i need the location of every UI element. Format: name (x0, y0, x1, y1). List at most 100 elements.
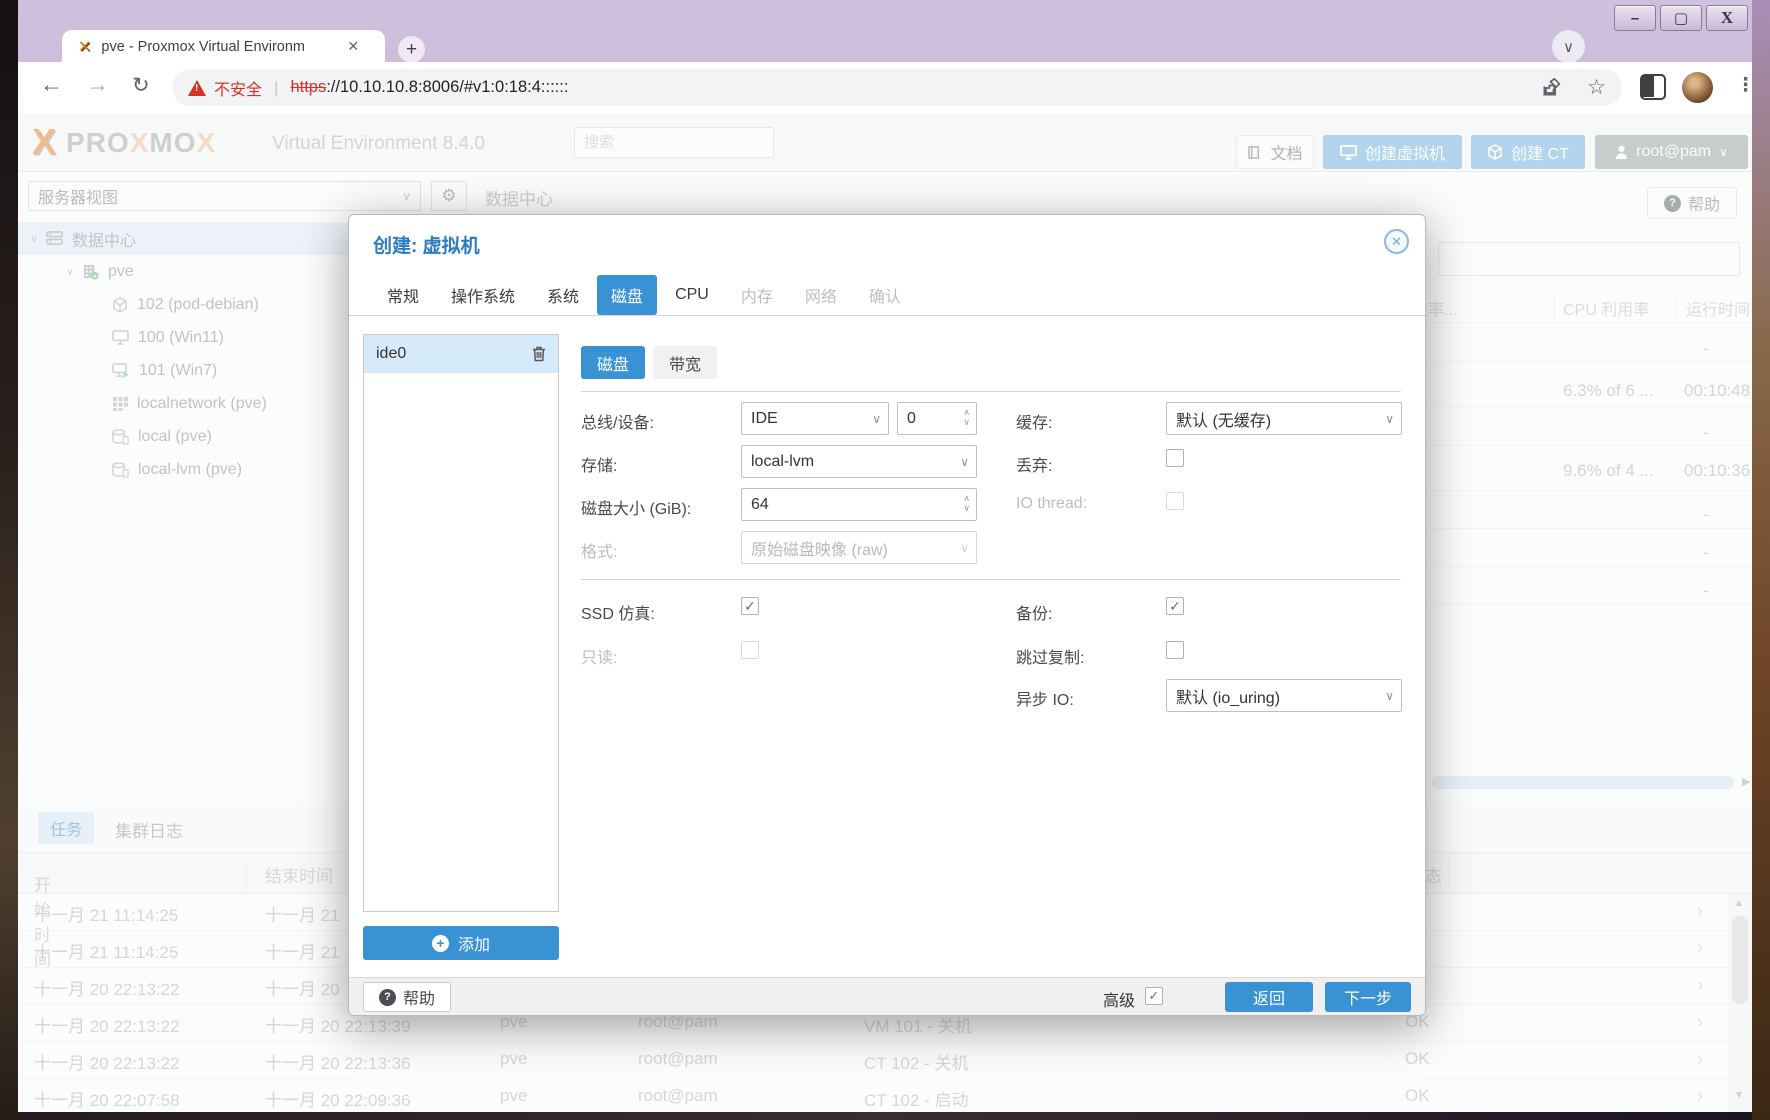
disk-list-item-ide0[interactable]: ide0 (364, 335, 558, 373)
disk-size-stepper[interactable]: 64 ∧∨ (741, 488, 977, 521)
wallpaper-bottom (18, 1112, 1752, 1120)
form-divider (581, 391, 1401, 392)
next-button[interactable]: 下一步 (1325, 982, 1411, 1012)
add-disk-button[interactable]: + 添加 (363, 926, 559, 960)
reload-icon[interactable]: ↻ (132, 73, 150, 98)
browser-toolbar: ← → ↻ ! 不安全 | https ://10.10.10.8:8006/#… (18, 62, 1752, 113)
minimize-button[interactable]: – (1614, 5, 1656, 31)
plus-circle-icon: + (432, 935, 449, 952)
dialog-title: 创建: 虚拟机 (373, 231, 480, 258)
disk-list: ide0 (363, 334, 559, 912)
wallpaper-left (0, 0, 18, 1120)
tab-search-button[interactable]: ∨ (1552, 30, 1585, 63)
subtab-bandwidth[interactable]: 带宽 (653, 346, 717, 379)
bus-select[interactable]: IDE ∨ (741, 402, 889, 435)
bookmark-star-icon[interactable]: ☆ (1587, 75, 1606, 100)
readonly-label: 只读: (581, 644, 617, 668)
format-select: 原始磁盘映像 (raw) ∨ (741, 531, 977, 564)
discard-checkbox[interactable] (1166, 449, 1184, 467)
tab-os[interactable]: 操作系统 (437, 275, 529, 315)
add-disk-label: 添加 (458, 931, 490, 955)
ssd-emulation-checkbox[interactable]: ✓ (741, 597, 759, 615)
dialog-help-button[interactable]: ? 帮助 (363, 982, 451, 1012)
trash-icon[interactable] (532, 346, 546, 362)
question-icon: ? (379, 989, 396, 1006)
tab-confirm: 确认 (855, 275, 915, 315)
warning-icon: ! (188, 80, 206, 96)
back-label: 返回 (1253, 985, 1285, 1009)
forward-icon[interactable]: → (86, 71, 109, 98)
dialog-help-label: 帮助 (403, 985, 435, 1009)
new-tab-button[interactable]: + (398, 36, 425, 63)
side-panel-icon[interactable] (1640, 74, 1666, 100)
not-secure-label: 不安全 (214, 76, 262, 100)
maximize-button[interactable]: ▢ (1660, 5, 1702, 31)
cache-label: 缓存: (1016, 409, 1052, 433)
async-io-value: 默认 (io_uring) (1176, 684, 1280, 708)
tab-disks[interactable]: 磁盘 (597, 275, 657, 315)
next-label: 下一步 (1344, 985, 1392, 1009)
bus-label: 总线/设备: (581, 409, 654, 433)
backup-checkbox[interactable]: ✓ (1166, 597, 1184, 615)
spinner-icons[interactable]: ∧∨ (963, 408, 970, 426)
chevron-down-icon: ∨ (960, 541, 969, 555)
chevron-down-icon: ∨ (1385, 689, 1394, 703)
format-value: 原始磁盘映像 (raw) (751, 536, 888, 560)
close-window-button[interactable]: X (1706, 5, 1748, 31)
chevron-down-icon: ∨ (1385, 412, 1394, 426)
check-icon: ✓ (1149, 988, 1160, 1004)
wallpaper-right (1752, 0, 1770, 1120)
plus-icon: + (406, 39, 417, 61)
advanced-label: 高级 (1103, 987, 1135, 1011)
browser-tab[interactable]: ✕ pve - Proxmox Virtual Environm ✕ (62, 30, 385, 63)
storage-select[interactable]: local-lvm ∨ (741, 445, 977, 478)
screen: – ▢ X ✕ pve - Proxmox Virtual Environm ✕… (0, 0, 1770, 1120)
cache-select[interactable]: 默认 (无缓存) ∨ (1166, 402, 1402, 435)
async-io-label: 异步 IO: (1016, 686, 1074, 710)
tab-system[interactable]: 系统 (533, 275, 593, 315)
dialog-close-button[interactable]: ✕ (1384, 229, 1409, 254)
address-bar[interactable]: ! 不安全 | https ://10.10.10.8:8006/#v1:0:1… (172, 69, 1622, 106)
chevron-down-icon: ∨ (872, 412, 881, 426)
dialog-footer: ? 帮助 高级 ✓ 返回 下一步 (349, 977, 1425, 1015)
tab-general[interactable]: 常规 (373, 275, 433, 315)
subtab-disk-label: 磁盘 (597, 351, 629, 375)
bus-number-stepper[interactable]: 0 ∧∨ (897, 402, 977, 435)
window-controls: – ▢ X (1614, 5, 1748, 31)
advanced-checkbox[interactable]: ✓ (1145, 987, 1163, 1005)
disk-item-label: ide0 (376, 345, 406, 363)
address-divider: | (274, 78, 278, 98)
skip-replication-checkbox[interactable] (1166, 641, 1184, 659)
bus-number-value: 0 (907, 410, 916, 428)
proxmox-favicon-icon: ✕ (78, 37, 91, 57)
bus-value: IDE (751, 410, 778, 428)
storage-label: 存储: (581, 452, 617, 476)
tabbar-divider (349, 315, 1425, 316)
iothread-label: IO thread: (1016, 495, 1087, 513)
tab-close-icon[interactable]: ✕ (347, 38, 359, 55)
tab-cpu[interactable]: CPU (661, 278, 723, 312)
share-icon[interactable] (1541, 78, 1561, 98)
subtab-disk[interactable]: 磁盘 (581, 346, 645, 379)
minimize-icon: – (1631, 10, 1639, 27)
storage-value: local-lvm (751, 453, 814, 471)
close-icon: ✕ (1391, 234, 1402, 250)
tab-title: pve - Proxmox Virtual Environm (101, 39, 339, 55)
check-icon: ✓ (1169, 598, 1181, 615)
browser-menu-icon[interactable]: ⋮ (1736, 74, 1755, 97)
tab-network: 网络 (791, 275, 851, 315)
check-icon: ✓ (744, 598, 756, 615)
advanced-divider (581, 579, 1401, 580)
spinner-icons[interactable]: ∧∨ (963, 494, 970, 512)
chevron-down-icon: ∨ (960, 455, 969, 469)
profile-avatar[interactable] (1682, 72, 1713, 103)
cache-value: 默认 (无缓存) (1176, 407, 1271, 431)
back-button[interactable]: 返回 (1225, 982, 1313, 1012)
back-icon[interactable]: ← (40, 71, 63, 98)
skip-replication-label: 跳过复制: (1016, 644, 1084, 668)
async-io-select[interactable]: 默认 (io_uring) ∨ (1166, 679, 1402, 712)
discard-label: 丢弃: (1016, 452, 1052, 476)
disk-size-value: 64 (751, 496, 769, 514)
subtab-bandwidth-label: 带宽 (669, 351, 701, 375)
readonly-checkbox (741, 641, 759, 659)
